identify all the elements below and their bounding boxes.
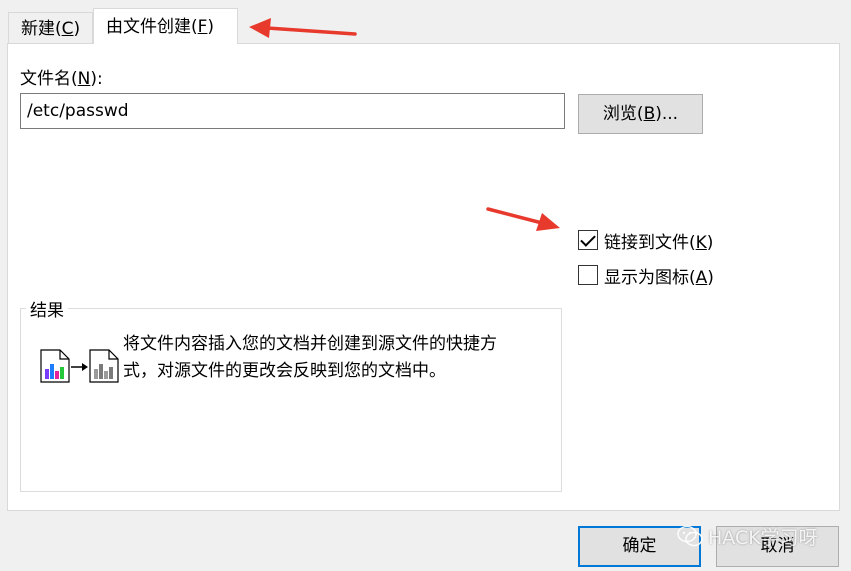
- arrow-right-icon: [71, 363, 88, 371]
- display-as-icon-checkbox-row[interactable]: 显示为图标(A): [578, 263, 714, 288]
- browse-button[interactable]: 浏览(B)...: [578, 94, 703, 134]
- result-title: 结果: [26, 296, 68, 321]
- result-description-line1: 将文件内容插入您的文档并创建到源文件的快捷方: [123, 334, 497, 354]
- cancel-button[interactable]: 取消: [716, 526, 839, 567]
- tab-create-from-file-label: 由文件创建(F): [106, 17, 215, 37]
- link-to-file-label: 链接到文件(K): [604, 232, 714, 253]
- tab-panel: 文件名(N): 浏览(B)... 链接到文件(K) 显示为图标(A) 结果: [7, 43, 840, 511]
- display-as-icon-checkbox[interactable]: [578, 265, 598, 285]
- tab-create-new[interactable]: 新建(C): [8, 12, 93, 44]
- result-description: 将文件内容插入您的文档并创建到源文件的快捷方 式，对源文件的更改会反映到您的文档…: [123, 331, 533, 385]
- filename-input[interactable]: [20, 93, 565, 129]
- display-as-icon-label: 显示为图标(A): [604, 267, 714, 288]
- tab-create-from-file[interactable]: 由文件创建(F): [93, 8, 238, 44]
- link-to-file-checkbox[interactable]: [578, 230, 598, 250]
- link-to-file-checkbox-row[interactable]: 链接到文件(K): [578, 228, 714, 253]
- filename-label: 文件名(N):: [20, 69, 103, 89]
- annotation-arrow-tab: [249, 18, 357, 38]
- insert-object-dialog: 新建(C) 由文件创建(F) 文件名(N): 浏览(B)... 链接到文件(K)…: [0, 0, 851, 571]
- linked-document-icon: [89, 349, 119, 383]
- annotation-arrow-checkbox: [486, 207, 560, 231]
- result-description-line2: 式，对源文件的更改会反映到您的文档中。: [123, 361, 446, 381]
- ok-button[interactable]: 确定: [578, 526, 701, 567]
- tab-create-new-label: 新建(C): [21, 19, 81, 39]
- source-document-icon: [40, 349, 70, 383]
